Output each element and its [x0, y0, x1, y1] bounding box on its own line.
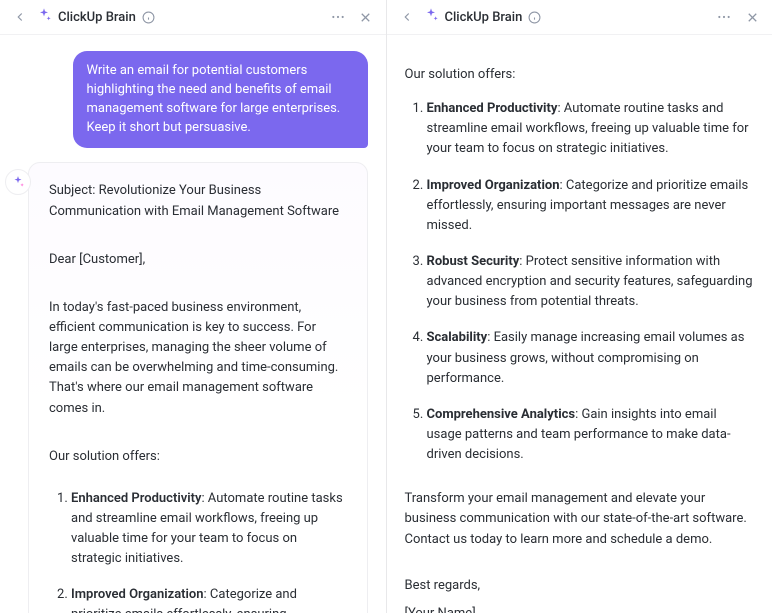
- close-icon[interactable]: [742, 7, 762, 27]
- list-item: Comprehensive Analytics: Gain insights i…: [427, 405, 755, 465]
- list-item: Improved Organization: Categorize and pr…: [71, 585, 347, 613]
- reply-lead: Our solution offers:: [49, 447, 347, 467]
- brain-sparkle-icon: [36, 7, 52, 27]
- info-icon[interactable]: [142, 11, 155, 24]
- reply-greeting: Dear [Customer],: [49, 250, 347, 270]
- more-icon[interactable]: [328, 7, 348, 27]
- brain-sparkle-icon: [423, 7, 439, 27]
- ai-reply-card: Subject: Revolutionize Your Business Com…: [28, 162, 368, 613]
- list-item: Scalability: Easily manage increasing em…: [427, 328, 755, 388]
- back-icon[interactable]: [397, 7, 417, 27]
- user-prompt-bubble: Write an email for potential customers h…: [73, 51, 368, 148]
- reply-subject: Subject: Revolutionize Your Business Com…: [49, 181, 347, 221]
- signature-block: Best regards, [Your Name] [Your Position…: [405, 576, 755, 613]
- list-item: Enhanced Productivity: Automate routine …: [71, 489, 347, 570]
- reply-brain-icon: [5, 169, 31, 195]
- more-icon[interactable]: [714, 7, 734, 27]
- right-panel: ClickUp Brain Our solution offers: Enhan…: [387, 0, 772, 613]
- reply-outro: Transform your email management and elev…: [405, 489, 755, 549]
- list-item: Robust Security: Protect sensitive infor…: [427, 252, 755, 312]
- reply-lead: Our solution offers:: [405, 65, 755, 85]
- reply-list: Enhanced Productivity: Automate routine …: [405, 99, 755, 465]
- left-panel: ClickUp Brain Write an email for potenti…: [0, 0, 387, 613]
- info-icon[interactable]: [528, 11, 541, 24]
- left-titlebar: ClickUp Brain: [0, 0, 386, 35]
- left-title: ClickUp Brain: [58, 10, 136, 25]
- list-item: Improved Organization: Categorize and pr…: [427, 176, 755, 236]
- list-item: Enhanced Productivity: Automate routine …: [427, 99, 755, 159]
- left-content-scroll[interactable]: Write an email for potential customers h…: [0, 35, 386, 613]
- right-content-scroll[interactable]: Our solution offers: Enhanced Productivi…: [387, 35, 772, 613]
- back-icon[interactable]: [10, 7, 30, 27]
- reply-list: Enhanced Productivity: Automate routine …: [49, 489, 347, 613]
- close-icon[interactable]: [356, 7, 376, 27]
- right-titlebar: ClickUp Brain: [387, 0, 772, 35]
- reply-intro: In today's fast-paced business environme…: [49, 298, 347, 419]
- right-title: ClickUp Brain: [445, 10, 523, 25]
